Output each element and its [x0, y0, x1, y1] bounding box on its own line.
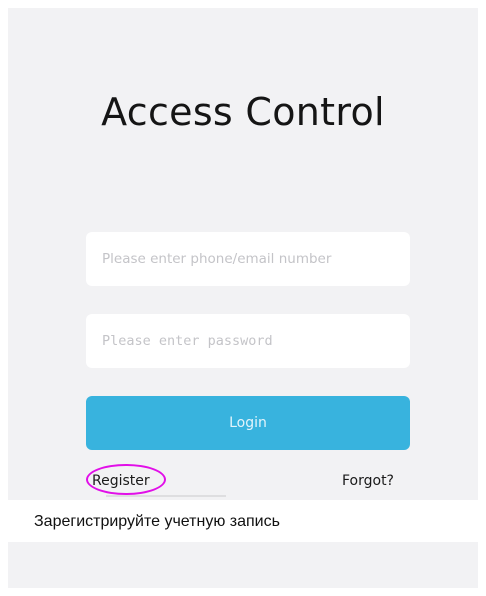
username-input[interactable] [102, 232, 394, 286]
password-input[interactable] [102, 314, 394, 368]
password-field[interactable] [86, 314, 410, 368]
highlight-tail [106, 495, 226, 497]
page-title: Access Control [101, 90, 385, 134]
page: Access Control Login Register Forgot? За… [0, 0, 486, 596]
login-button[interactable]: Login [86, 396, 410, 450]
forgot-password-link[interactable]: Forgot? [342, 473, 394, 489]
register-link[interactable]: Register [92, 473, 150, 489]
instruction-caption: Зарегистрируйте учетную запись [34, 513, 284, 531]
username-field[interactable] [86, 232, 410, 286]
